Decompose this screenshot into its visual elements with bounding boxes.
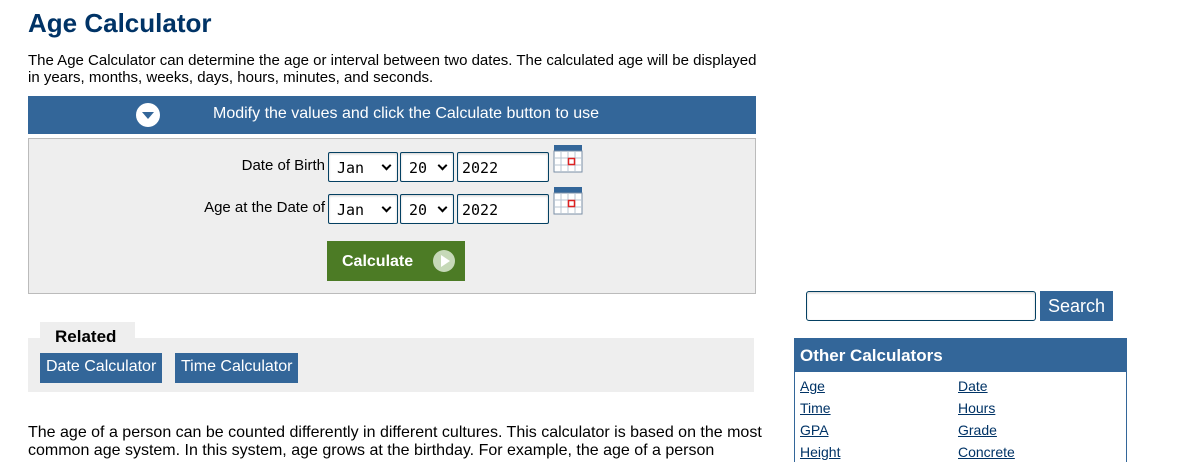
age-at-label: Age at the Date of [204, 199, 325, 216]
calc-link-height[interactable]: Height [800, 444, 840, 460]
calc-link-grade[interactable]: Grade [958, 422, 997, 438]
dob-month-select[interactable]: Jan [328, 152, 398, 182]
related-link-date-calculator[interactable]: Date Calculator [40, 353, 163, 383]
play-icon [433, 250, 455, 272]
at-day-select[interactable]: 20 [400, 194, 454, 224]
body-text: The age of a person can be counted diffe… [28, 424, 762, 459]
related-heading: Related [40, 322, 135, 346]
age-at-row: Age at the Date of Jan 20 2022 [29, 187, 755, 224]
other-calculators-list: Age Time GPA Height Date Hours Grade Con… [794, 372, 1127, 462]
other-calculators-heading: Other Calculators [794, 338, 1127, 372]
instruction-banner[interactable]: Modify the values and click the Calculat… [28, 96, 756, 134]
calc-link-gpa[interactable]: GPA [800, 422, 829, 438]
at-year-input[interactable]: 2022 [457, 194, 549, 224]
calc-link-date[interactable]: Date [958, 378, 988, 394]
calculate-button[interactable]: Calculate [327, 241, 465, 281]
calculate-label: Calculate [342, 253, 414, 270]
chevron-down-icon[interactable] [136, 103, 160, 127]
calculator-form: Date of Birth Jan 20 2022 Age at the Dat… [28, 138, 756, 294]
calendar-icon[interactable] [553, 186, 583, 216]
page-title: Age Calculator [28, 8, 212, 38]
dob-label: Date of Birth [241, 157, 325, 174]
calc-link-hours[interactable]: Hours [958, 400, 995, 416]
at-month-select[interactable]: Jan [328, 194, 398, 224]
search-button[interactable]: Search [1040, 291, 1113, 321]
calc-link-concrete[interactable]: Concrete [958, 444, 1015, 460]
related-box: Date Calculator Time Calculator [28, 338, 754, 392]
search-input[interactable] [806, 291, 1036, 321]
dob-day-select[interactable]: 20 [400, 152, 454, 182]
related-link-time-calculator[interactable]: Time Calculator [175, 353, 299, 383]
calc-link-age[interactable]: Age [800, 378, 825, 394]
intro-text: The Age Calculator can determine the age… [28, 52, 757, 86]
banner-text: Modify the values and click the Calculat… [213, 105, 599, 122]
dob-row: Date of Birth Jan 20 2022 [29, 145, 755, 182]
dob-year-input[interactable]: 2022 [457, 152, 549, 182]
calc-link-time[interactable]: Time [800, 400, 831, 416]
calendar-icon[interactable] [553, 144, 583, 174]
